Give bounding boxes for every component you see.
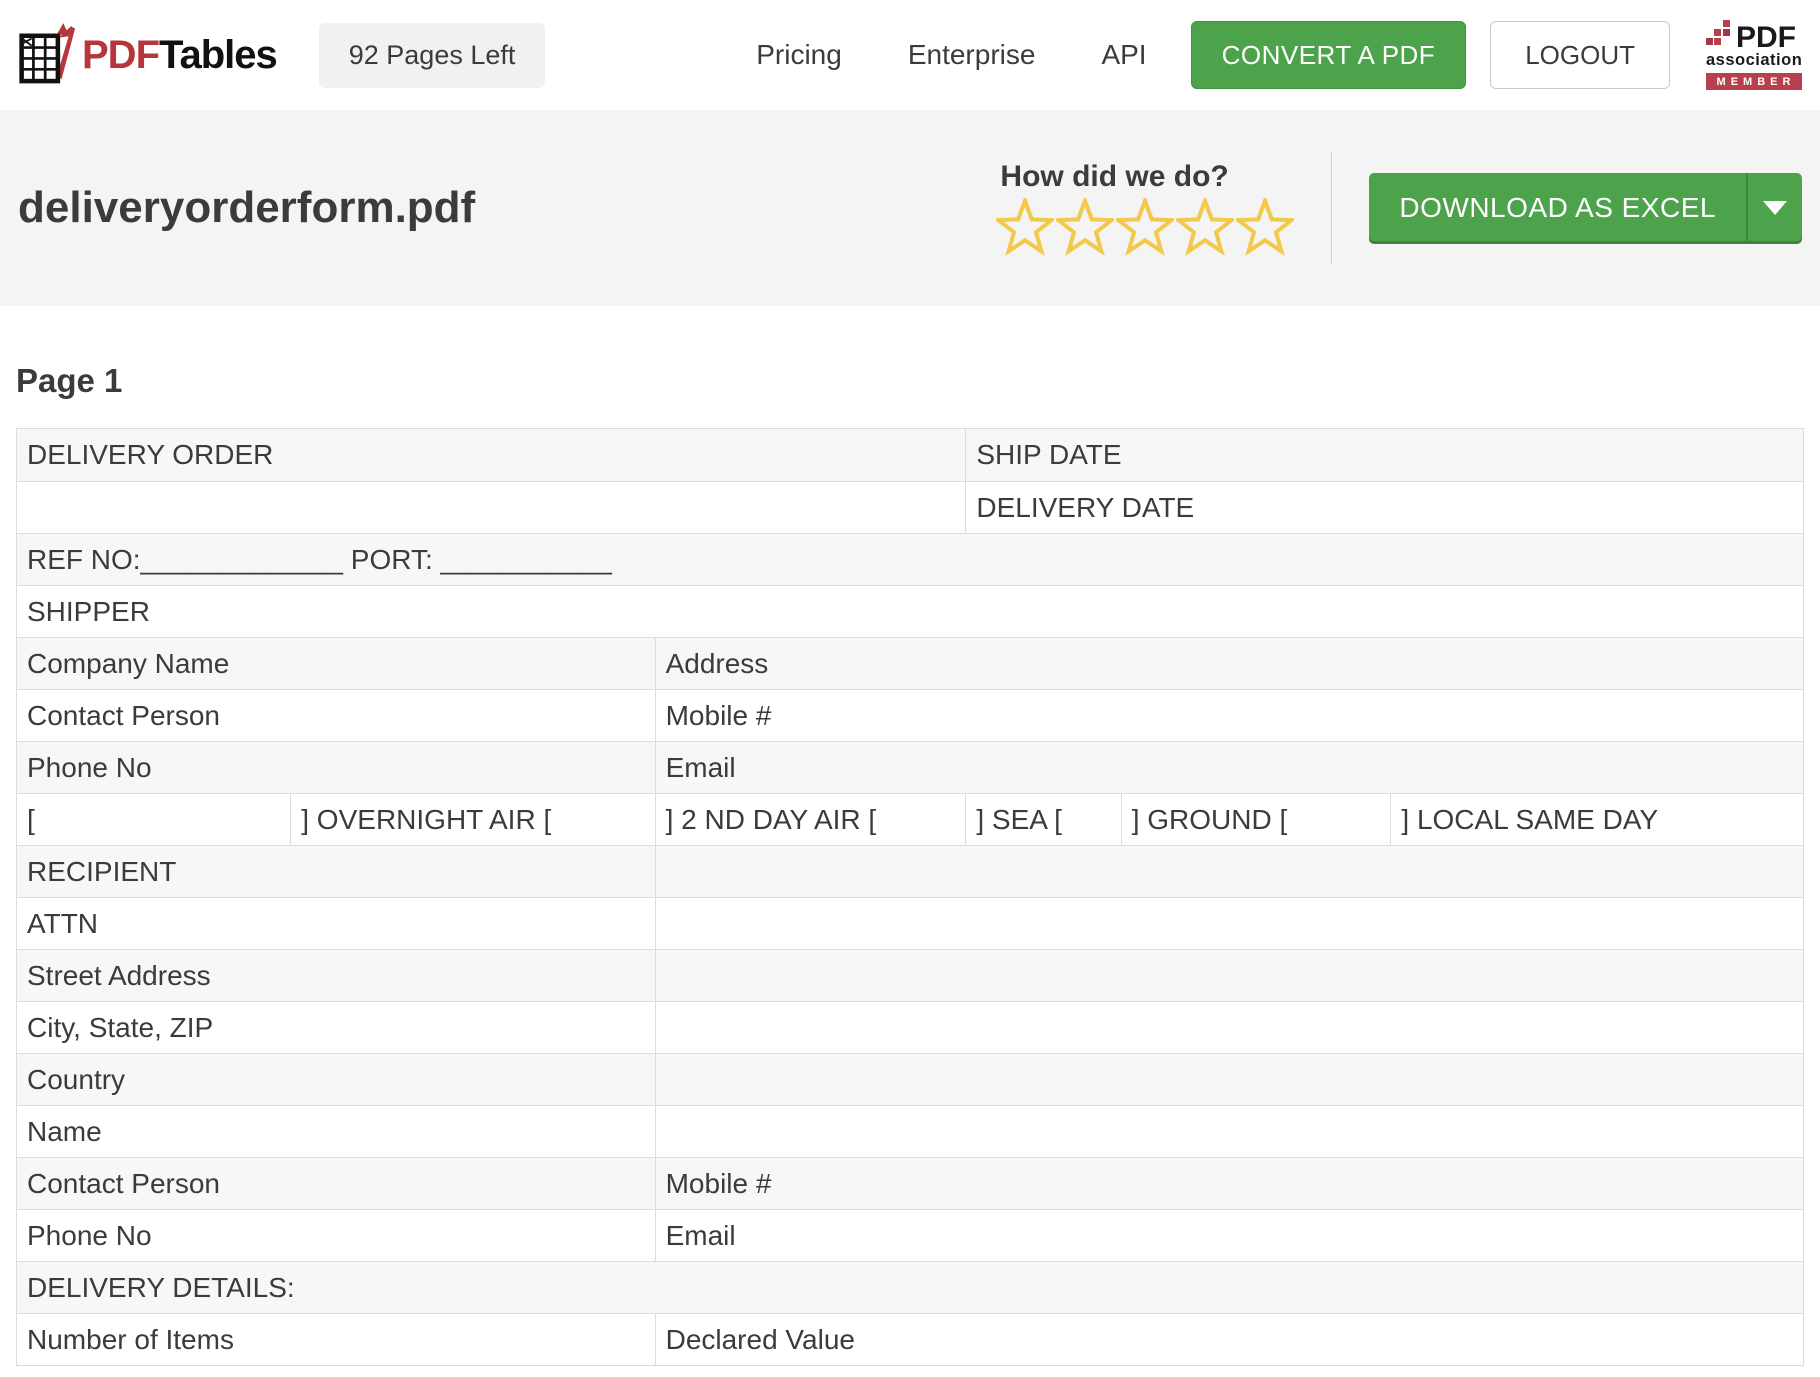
- app-header: PDFTables 92 Pages Left Pricing Enterpri…: [0, 0, 1820, 110]
- convert-a-pdf-button[interactable]: CONVERT A PDF: [1191, 21, 1467, 89]
- table-row: RECIPIENT: [17, 845, 1803, 897]
- table-row: Contact PersonMobile #: [17, 1157, 1803, 1209]
- table-cell: Mobile #: [655, 690, 1803, 741]
- pdf-association-subtitle: association: [1706, 51, 1802, 70]
- table-cell: SHIP DATE: [965, 429, 1803, 481]
- table-cell: [655, 950, 1803, 1001]
- table-cell: ] SEA [: [965, 794, 1120, 845]
- table-cell: Street Address: [17, 950, 655, 1001]
- rating-block: How did we do?: [996, 160, 1294, 256]
- table-cell: [: [17, 794, 290, 845]
- table-cell: [655, 1106, 1803, 1157]
- table-cell: ] GROUND [: [1121, 794, 1391, 845]
- table-cell: [655, 898, 1803, 949]
- nav-item-pricing[interactable]: Pricing: [756, 39, 842, 71]
- table-row: Street Address: [17, 949, 1803, 1001]
- table-row: REF NO:_____________ PORT: ___________: [17, 533, 1803, 585]
- table-cell: [655, 846, 1803, 897]
- table-cell: Contact Person: [17, 1158, 655, 1209]
- table-cell: Email: [655, 742, 1803, 793]
- pdf-association-squares-icon: [1706, 20, 1732, 51]
- converted-table: DELIVERY ORDERSHIP DATEDELIVERY DATEREF …: [16, 428, 1804, 1366]
- vertical-divider: [1331, 152, 1332, 264]
- table-row: Number of ItemsDeclared Value: [17, 1313, 1803, 1365]
- caret-down-icon: [1763, 201, 1787, 215]
- table-cell: [655, 1002, 1803, 1053]
- table-cell: Mobile #: [655, 1158, 1803, 1209]
- table-cell: [17, 482, 965, 533]
- download-options-caret-button[interactable]: [1746, 173, 1802, 244]
- table-row: Contact PersonMobile #: [17, 689, 1803, 741]
- pages-left-badge[interactable]: 92 Pages Left: [319, 23, 546, 88]
- table-cell: Phone No: [17, 742, 655, 793]
- pdf-association-member-logo[interactable]: PDF association MEMBER: [1706, 20, 1802, 90]
- table-cell: Company Name: [17, 638, 655, 689]
- table-cell: ] OVERNIGHT AIR [: [290, 794, 654, 845]
- pdftables-logo[interactable]: PDFTables: [18, 21, 277, 90]
- table-cell: Name: [17, 1106, 655, 1157]
- table-cell: Phone No: [17, 1210, 655, 1261]
- file-header-band: deliveryorderform.pdf How did we do? DOW…: [0, 110, 1820, 306]
- star-icon[interactable]: [1116, 198, 1174, 256]
- pdf-association-member-label: MEMBER: [1706, 73, 1802, 90]
- pdftables-logo-text: PDFTables: [82, 33, 277, 78]
- table-cell: Declared Value: [655, 1314, 1803, 1365]
- table-cell: Address: [655, 638, 1803, 689]
- table-cell: Email: [655, 1210, 1803, 1261]
- table-cell: DELIVERY ORDER: [17, 429, 965, 481]
- download-split-button: DOWNLOAD AS EXCEL: [1369, 173, 1802, 244]
- table-row: DELIVERY DETAILS:: [17, 1261, 1803, 1313]
- pdftables-logo-icon: [18, 21, 76, 90]
- star-icon[interactable]: [1236, 198, 1294, 256]
- table-cell: REF NO:_____________ PORT: ___________: [17, 534, 1803, 585]
- table-cell: DELIVERY DATE: [965, 482, 1803, 533]
- page-label: Page 1: [16, 362, 1804, 400]
- logout-button[interactable]: LOGOUT: [1490, 21, 1670, 89]
- table-row: Name: [17, 1105, 1803, 1157]
- table-row: DELIVERY DATE: [17, 481, 1803, 533]
- table-cell: ] 2 ND DAY AIR [: [655, 794, 966, 845]
- main-nav: Pricing Enterprise API: [756, 39, 1146, 71]
- table-cell: ] LOCAL SAME DAY: [1390, 794, 1803, 845]
- main-content: Page 1 DELIVERY ORDERSHIP DATEDELIVERY D…: [0, 362, 1820, 1366]
- file-title: deliveryorderform.pdf: [18, 183, 475, 233]
- table-row: City, State, ZIP: [17, 1001, 1803, 1053]
- table-row: Country: [17, 1053, 1803, 1105]
- table-cell: DELIVERY DETAILS:: [17, 1262, 1803, 1313]
- star-icon[interactable]: [996, 198, 1054, 256]
- table-row: SHIPPER: [17, 585, 1803, 637]
- star-icon[interactable]: [1176, 198, 1234, 256]
- star-rating: [996, 198, 1294, 256]
- table-row: Company NameAddress: [17, 637, 1803, 689]
- star-icon[interactable]: [1056, 198, 1114, 256]
- nav-item-api[interactable]: API: [1101, 39, 1146, 71]
- pdf-association-title: PDF: [1736, 24, 1796, 51]
- nav-item-enterprise[interactable]: Enterprise: [908, 39, 1036, 71]
- table-row: Phone NoEmail: [17, 741, 1803, 793]
- table-row: [] OVERNIGHT AIR [] 2 ND DAY AIR [] SEA …: [17, 793, 1803, 845]
- table-cell: Contact Person: [17, 690, 655, 741]
- table-cell: Number of Items: [17, 1314, 655, 1365]
- table-cell: ATTN: [17, 898, 655, 949]
- table-cell: City, State, ZIP: [17, 1002, 655, 1053]
- table-row: DELIVERY ORDERSHIP DATE: [17, 429, 1803, 481]
- rating-prompt: How did we do?: [1000, 160, 1228, 194]
- table-cell: SHIPPER: [17, 586, 1803, 637]
- table-row: Phone NoEmail: [17, 1209, 1803, 1261]
- download-as-excel-button[interactable]: DOWNLOAD AS EXCEL: [1369, 173, 1746, 244]
- table-cell: RECIPIENT: [17, 846, 655, 897]
- table-cell: Country: [17, 1054, 655, 1105]
- table-row: ATTN: [17, 897, 1803, 949]
- table-cell: [655, 1054, 1803, 1105]
